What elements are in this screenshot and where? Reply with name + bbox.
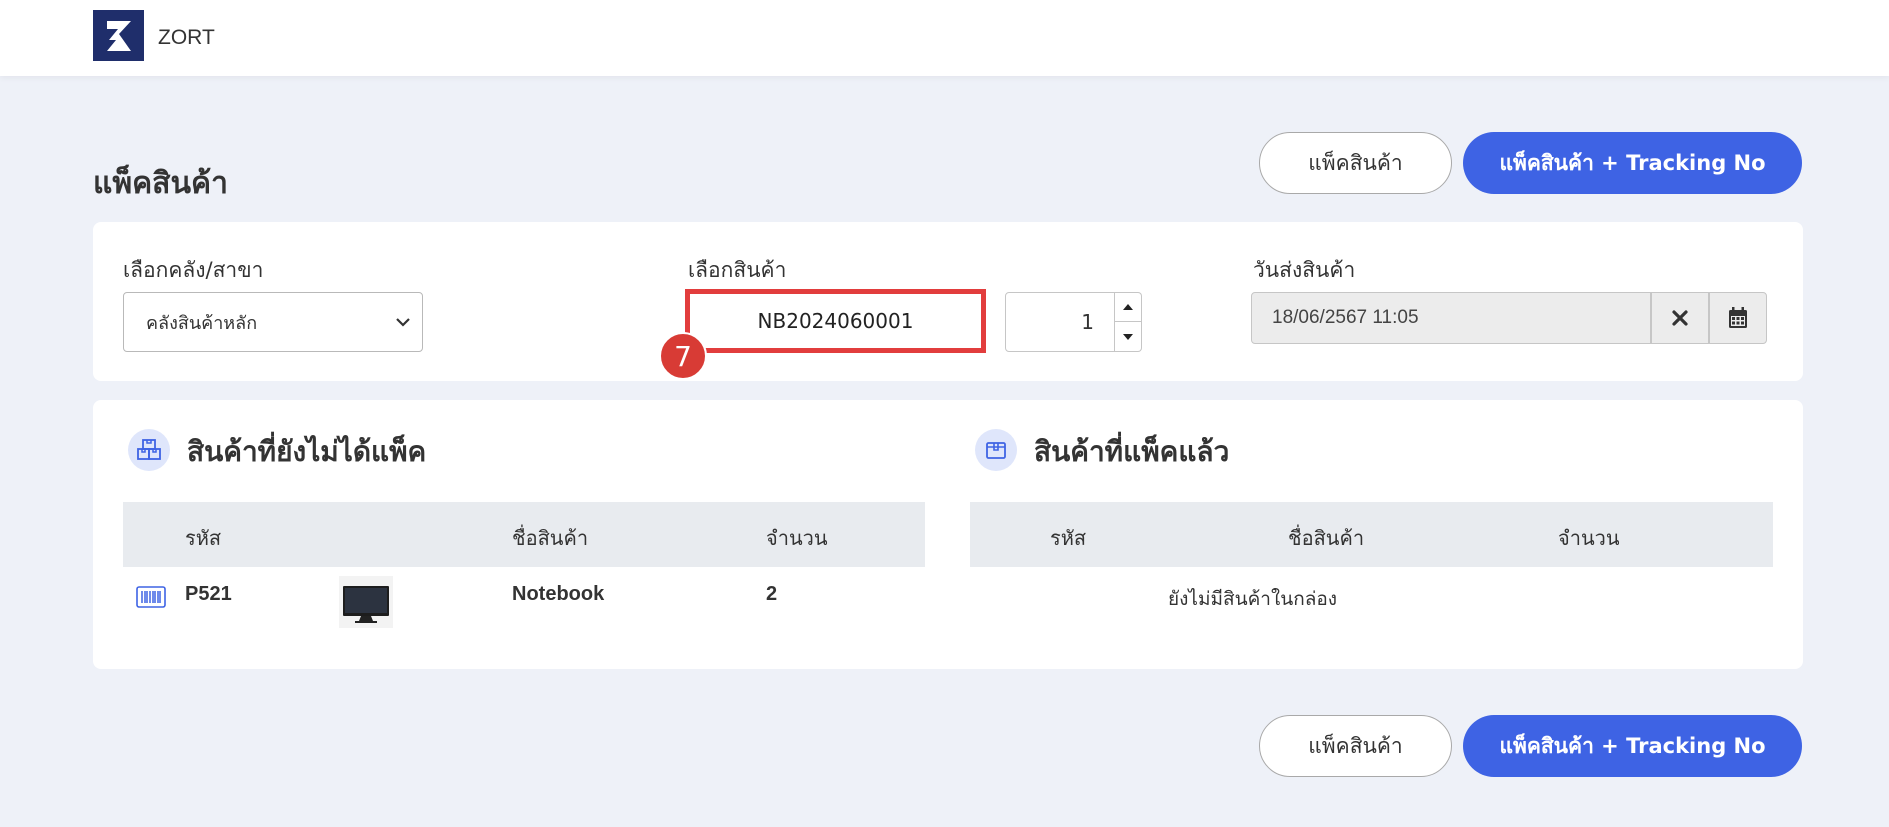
pack-tracking-button-bottom[interactable]: แพ็คสินค้า + Tracking No xyxy=(1463,715,1802,777)
pack-button-bottom[interactable]: แพ็คสินค้า xyxy=(1259,715,1452,777)
filter-card: เลือกคลัง/สาขา คลังสินค้าหลัก เลือกสินค้… xyxy=(93,222,1803,381)
packed-title: สินค้าที่แพ็คแล้ว xyxy=(1034,435,1230,468)
calendar-button[interactable] xyxy=(1709,292,1767,344)
top-bar: ZORT xyxy=(0,0,1889,76)
close-icon xyxy=(1672,310,1688,326)
quantity-stepper[interactable] xyxy=(1115,292,1142,352)
caret-up-icon xyxy=(1123,304,1133,310)
quantity-input[interactable]: 1 xyxy=(1005,292,1115,352)
calendar-icon xyxy=(1729,307,1747,328)
ship-date-label: วันส่งสินค้า xyxy=(1253,258,1356,282)
unpacked-col-code: รหัส xyxy=(185,526,222,550)
unpacked-boxes-icon xyxy=(128,429,170,471)
packed-col-qty: จำนวน xyxy=(1558,526,1620,550)
brand-name: ZORT xyxy=(158,26,215,49)
page-title: แพ็คสินค้า xyxy=(93,166,228,201)
decrement-button[interactable] xyxy=(1115,322,1141,351)
pack-tracking-button-top[interactable]: แพ็คสินค้า + Tracking No xyxy=(1463,132,1802,194)
packed-box-icon xyxy=(975,429,1017,471)
zort-logo[interactable] xyxy=(93,10,144,61)
warehouse-select[interactable]: คลังสินค้าหลัก xyxy=(123,292,423,352)
caret-down-icon xyxy=(1123,333,1133,340)
row-qty: 2 xyxy=(766,583,778,605)
warehouse-label: เลือกคลัง/สาขา xyxy=(123,258,264,282)
barcode-icon[interactable] xyxy=(136,586,166,608)
unpacked-title: สินค้าที่ยังไม่ได้แพ็ค xyxy=(187,435,427,468)
product-input[interactable]: NB2024060001 xyxy=(685,289,986,353)
products-card: สินค้าที่ยังไม่ได้แพ็ค รหัส ชื่อสินค้า จ… xyxy=(93,400,1803,669)
product-input-value: NB2024060001 xyxy=(757,309,914,333)
product-label: เลือกสินค้า xyxy=(688,258,787,282)
unpacked-col-qty: จำนวน xyxy=(766,526,828,550)
quantity-value: 1 xyxy=(1081,310,1094,334)
unpacked-table-header: รหัส ชื่อสินค้า จำนวน xyxy=(123,502,925,567)
packed-empty-message: ยังไม่มีสินค้าในกล่อง xyxy=(1168,588,1338,610)
ship-date-value: 18/06/2567 11:05 xyxy=(1272,307,1419,328)
warehouse-select-value: คลังสินค้าหลัก xyxy=(146,312,258,334)
clear-date-button[interactable] xyxy=(1651,292,1709,344)
increment-button[interactable] xyxy=(1115,293,1141,322)
ship-date-input[interactable]: 18/06/2567 11:05 xyxy=(1251,292,1651,344)
unpacked-col-name: ชื่อสินค้า xyxy=(512,526,589,550)
row-code: P521 xyxy=(185,583,232,605)
packed-col-code: รหัส xyxy=(1050,526,1087,550)
pack-button-top[interactable]: แพ็คสินค้า xyxy=(1259,132,1452,194)
logo-mark-icon xyxy=(106,20,131,51)
row-name: Notebook xyxy=(512,583,605,605)
step-number-badge: 7 xyxy=(659,332,707,380)
chevron-down-icon xyxy=(396,318,410,327)
packed-table-header: รหัส ชื่อสินค้า จำนวน xyxy=(970,502,1773,567)
packed-col-name: ชื่อสินค้า xyxy=(1288,526,1365,550)
product-thumbnail xyxy=(339,576,393,628)
